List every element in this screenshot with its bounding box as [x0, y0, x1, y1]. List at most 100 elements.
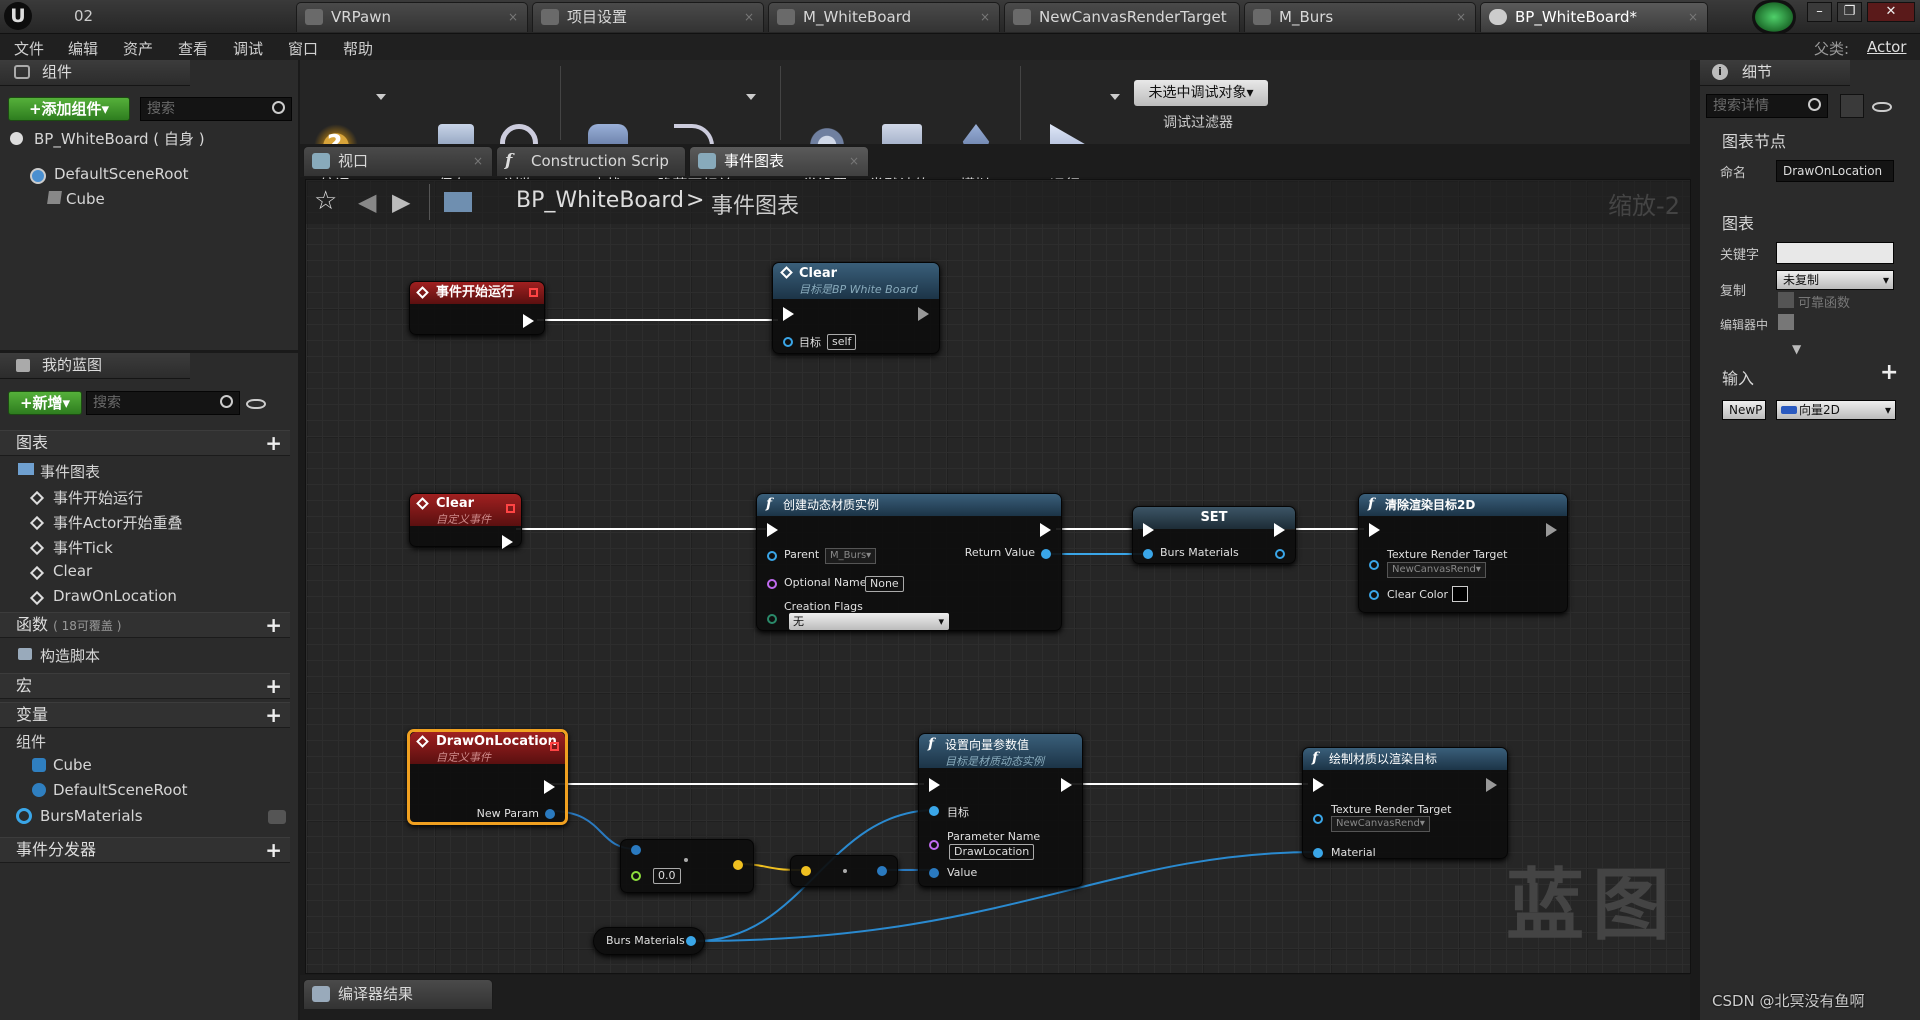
- close-icon[interactable]: ×: [508, 3, 518, 31]
- node-create-dynamic-material[interactable]: 创建动态材质实例 f Parent M_Burs▾ Return Value O…: [756, 493, 1062, 631]
- section-event-dispatchers[interactable]: 事件分发器 +: [0, 837, 290, 863]
- menu-asset[interactable]: 资产: [123, 38, 153, 59]
- delegate-pin[interactable]: [550, 742, 559, 751]
- parameter-name-pin[interactable]: [929, 840, 939, 850]
- delegate-pin[interactable]: [506, 504, 515, 513]
- burs-materials-in-pin[interactable]: [1143, 549, 1153, 559]
- components-search-input[interactable]: 搜索: [140, 97, 292, 121]
- clear-color-swatch[interactable]: [1452, 586, 1468, 602]
- clear-color-pin[interactable]: [1369, 590, 1379, 600]
- add-dispatcher-icon[interactable]: +: [265, 839, 282, 861]
- parent-class-link[interactable]: Actor: [1867, 38, 1906, 56]
- section-functions[interactable]: 函数 ( 18可覆盖 ) +: [0, 612, 290, 638]
- section-macros[interactable]: 宏 +: [0, 673, 290, 699]
- material-pin[interactable]: [1313, 848, 1323, 858]
- node-set-vector-param[interactable]: 设置向量参数值 目标是材质动态实例 f 目标 Parameter Name Dra…: [918, 733, 1083, 887]
- exec-in-pin[interactable]: [767, 523, 778, 537]
- call-in-editor-checkbox[interactable]: [1778, 314, 1794, 330]
- minimize-button[interactable]: –: [1807, 2, 1832, 22]
- tab-project-settings[interactable]: 项目设置 ×: [532, 2, 764, 32]
- float-in-pin[interactable]: [631, 871, 641, 881]
- name-field[interactable]: DrawOnLocation: [1776, 160, 1894, 182]
- close-window-button[interactable]: ✕: [1867, 2, 1915, 22]
- menu-view[interactable]: 查看: [178, 38, 208, 59]
- burs-materials-out-pin[interactable]: [686, 936, 696, 946]
- section-graphs[interactable]: 图表 +: [0, 430, 290, 456]
- tab-bp-whiteboard[interactable]: BP_WhiteBoard* ×: [1480, 2, 1708, 32]
- maximize-button[interactable]: ❐: [1837, 2, 1862, 22]
- event-item-begin-play[interactable]: 事件开始运行: [53, 487, 143, 508]
- exec-out-pin[interactable]: [1546, 523, 1557, 537]
- event-item-clear[interactable]: Clear: [53, 562, 92, 580]
- exec-out-pin[interactable]: [1486, 778, 1497, 792]
- add-new-button[interactable]: +新增▾: [8, 391, 82, 415]
- target-self-value[interactable]: self: [827, 334, 857, 350]
- construction-script-item[interactable]: 构造脚本: [40, 645, 100, 666]
- menu-file[interactable]: 文件: [14, 38, 44, 59]
- burs-materials-out-pin[interactable]: [1275, 549, 1285, 559]
- var-burs-materials[interactable]: BursMaterials: [40, 807, 143, 825]
- vector-out-pin[interactable]: [733, 860, 743, 870]
- property-matrix-icon[interactable]: [1840, 94, 1864, 118]
- input-param-type-select[interactable]: 向量2D ▾: [1776, 400, 1896, 420]
- tab-m-burs[interactable]: M_Burs ×: [1244, 2, 1476, 32]
- close-icon[interactable]: ×: [849, 147, 859, 175]
- details-section-graph-node[interactable]: 图表节点: [1722, 128, 1786, 152]
- tab-construction-script[interactable]: f Construction Scrip: [496, 146, 686, 176]
- exec-out-pin[interactable]: [523, 314, 534, 328]
- visibility-icon[interactable]: [268, 810, 286, 824]
- debug-object-select[interactable]: 未选中调试对象▾: [1134, 80, 1268, 106]
- menu-help[interactable]: 帮助: [343, 38, 373, 59]
- hide-options-icon[interactable]: [746, 94, 756, 100]
- node-get-burs-materials[interactable]: Burs Materials: [593, 927, 705, 955]
- parent-asset-select[interactable]: M_Burs▾: [825, 548, 877, 564]
- delegate-pin[interactable]: [529, 288, 538, 297]
- event-item-draw-on-location[interactable]: DrawOnLocation: [53, 587, 177, 605]
- close-icon[interactable]: ×: [1688, 3, 1698, 31]
- menu-window[interactable]: 窗口: [288, 38, 318, 59]
- target-pin[interactable]: [783, 337, 793, 347]
- node-clear-render-target[interactable]: 清除渲染目标2D f Texture Render Target NewCanv…: [1358, 493, 1568, 613]
- close-icon[interactable]: ×: [473, 147, 483, 175]
- event-item-actor-overlap[interactable]: 事件Actor开始重叠: [53, 512, 182, 533]
- tab-viewport[interactable]: 视口 ×: [303, 146, 493, 176]
- input-param-name[interactable]: NewP: [1722, 400, 1766, 420]
- add-graph-icon[interactable]: +: [265, 432, 282, 454]
- creation-flags-select[interactable]: 无 ▾: [789, 613, 949, 630]
- node-clear-call[interactable]: Clear 目标是BP White Board 目标 self: [772, 262, 940, 354]
- details-search-input[interactable]: 搜索详情: [1706, 94, 1828, 118]
- var-default-scene-root[interactable]: DefaultSceneRoot: [53, 781, 188, 799]
- replicate-select[interactable]: 未复制 ▾: [1776, 270, 1894, 290]
- component-default-scene-root[interactable]: DefaultSceneRoot: [54, 165, 189, 183]
- tab-vrpawn[interactable]: VRPawn ×: [296, 2, 528, 32]
- float-value-field[interactable]: 0.0: [653, 868, 681, 884]
- exec-in-pin[interactable]: [783, 307, 794, 321]
- exec-out-pin[interactable]: [502, 535, 513, 549]
- component-cube[interactable]: Cube: [66, 190, 105, 208]
- variables-components-group[interactable]: 组件: [16, 731, 46, 752]
- reliable-checkbox[interactable]: [1778, 292, 1794, 308]
- event-item-tick[interactable]: 事件Tick: [53, 537, 113, 558]
- node-vector-convert[interactable]: [790, 855, 898, 887]
- expand-advanced-icon[interactable]: ▼: [1792, 342, 1801, 356]
- details-section-inputs[interactable]: 输入: [1722, 365, 1754, 389]
- return-value-pin[interactable]: [1041, 549, 1051, 559]
- menu-debug[interactable]: 调试: [233, 38, 263, 59]
- texture-render-target-pin[interactable]: [1369, 560, 1379, 570]
- node-set-burs-materials[interactable]: SET Burs Materials: [1132, 506, 1296, 564]
- exec-in-pin[interactable]: [1313, 778, 1324, 792]
- event-graph-canvas[interactable]: ☆ ◀ ▶ BP_WhiteBoard > 事件图表 缩放-2 蓝图 事件开始运…: [305, 179, 1691, 974]
- compile-options-icon[interactable]: [376, 94, 386, 100]
- exec-out-pin[interactable]: [544, 780, 555, 794]
- add-function-icon[interactable]: +: [265, 614, 282, 636]
- add-macro-icon[interactable]: +: [265, 675, 282, 697]
- component-self[interactable]: BP_WhiteBoard ( 自身 ): [34, 128, 205, 149]
- parameter-name-field[interactable]: DrawLocation: [949, 844, 1035, 860]
- new-param-pin[interactable]: [545, 809, 555, 819]
- add-component-button[interactable]: +添加组件▾: [8, 97, 130, 121]
- exec-in-pin[interactable]: [1369, 523, 1380, 537]
- eye-icon[interactable]: [1872, 102, 1892, 112]
- close-icon[interactable]: ×: [1456, 3, 1466, 31]
- eye-icon[interactable]: [246, 399, 266, 409]
- node-event-begin-play[interactable]: 事件开始运行: [409, 281, 545, 335]
